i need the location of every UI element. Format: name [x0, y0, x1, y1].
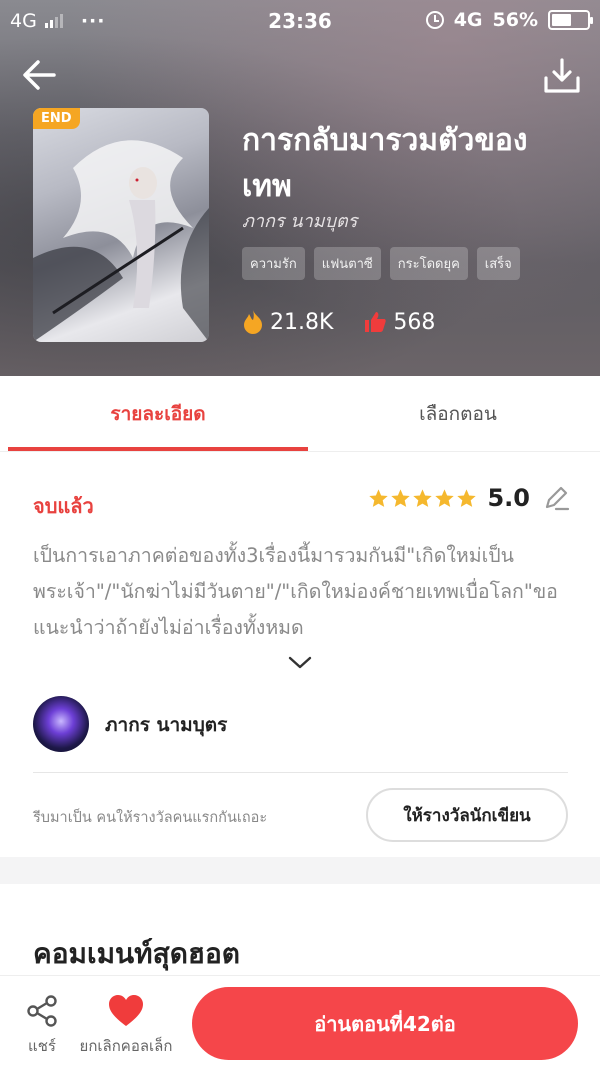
- battery-percent: 56%: [492, 9, 538, 31]
- star-icon: [457, 488, 477, 507]
- status-bar: 4G ··· 23:36 4G 56%: [0, 0, 600, 42]
- cover-art: [33, 140, 209, 342]
- author-name: ภากร นามบุตร: [105, 714, 228, 736]
- active-tab-indicator: [8, 447, 308, 451]
- book-cover: END: [33, 108, 209, 342]
- comments-section: คอมเมนท์สุดฮอต: [0, 884, 600, 984]
- uncollect-button[interactable]: ยกเลิกคอลเล็ก: [68, 994, 184, 1058]
- tag-fantasy[interactable]: แฟนตาซี: [313, 247, 381, 280]
- completion-status: จบแล้ว: [33, 494, 94, 518]
- tag-romance[interactable]: ความรัก: [242, 247, 305, 280]
- star-rating: [368, 488, 477, 509]
- back-arrow-icon[interactable]: [18, 54, 60, 96]
- alarm-icon: [425, 11, 444, 29]
- star-icon: [369, 488, 389, 507]
- star-icon: [391, 488, 411, 507]
- reward-author-button[interactable]: ให้รางวัลนักเขียน: [366, 788, 568, 842]
- thumbs-up-icon: [365, 312, 387, 332]
- synopsis-text: เป็นการเอาภาคต่อของทั้ง3เรื่องนี้มารวมกั…: [33, 544, 558, 639]
- tab-bar: รายละเอียด เลือกตอน: [0, 376, 600, 452]
- tag-time-travel[interactable]: กระโดดยุค: [389, 247, 468, 280]
- bottom-bar: แชร์ ยกเลิกคอลเล็ก อ่านตอนที่42ต่อ: [0, 975, 600, 1068]
- end-badge: END: [33, 108, 80, 129]
- comments-title: คอมเมนท์สุดฮอต: [33, 937, 240, 970]
- detail-panel: จบแล้ว 5.0 เป็นการเอาภาคต่อของทั้ง3เรื่อ…: [0, 452, 600, 857]
- continue-reading-button[interactable]: อ่านตอนที่42ต่อ: [192, 987, 578, 1060]
- tab-chapters[interactable]: เลือกตอน: [308, 376, 600, 452]
- tag-completed[interactable]: เสร็จ: [476, 247, 520, 280]
- chevron-down-icon[interactable]: [288, 656, 312, 670]
- book-stats: 21.8K 568: [242, 309, 435, 335]
- share-label: แชร์: [28, 1037, 56, 1055]
- reward-prompt: รีบมาเป็น คนให้รางวัลคนแรกกันเถอะ: [33, 810, 268, 826]
- edit-pencil-icon[interactable]: [542, 484, 570, 512]
- download-icon[interactable]: [542, 56, 582, 96]
- star-icon: [413, 488, 433, 507]
- uncollect-label: ยกเลิกคอลเล็ก: [79, 1037, 173, 1055]
- tag-list: ความรัก แฟนตาซี กระโดดยุค เสร็จ: [242, 247, 520, 280]
- view-count: 21.8K: [270, 309, 334, 335]
- book-author: ภากร นามบุตร: [242, 211, 358, 232]
- share-button[interactable]: แชร์: [20, 994, 64, 1058]
- author-avatar[interactable]: [33, 696, 89, 752]
- book-title: การกลับมารวมตัวของเทพ: [242, 123, 528, 204]
- rating: 5.0: [368, 484, 570, 512]
- fire-icon: [244, 310, 262, 334]
- heart-icon: [109, 995, 143, 1026]
- author-row[interactable]: ภากร นามบุตร: [33, 692, 568, 754]
- share-icon: [27, 995, 57, 1027]
- tab-details[interactable]: รายละเอียด: [8, 376, 308, 452]
- battery-icon: [548, 10, 593, 30]
- divider: [33, 772, 568, 773]
- star-icon: [435, 488, 455, 507]
- network-label-right: 4G: [453, 9, 483, 31]
- rating-value: 5.0: [487, 484, 530, 512]
- book-header: 4G ··· 23:36 4G 56% END การกลับมารวมตัวข…: [0, 0, 600, 376]
- like-count: 568: [393, 309, 436, 335]
